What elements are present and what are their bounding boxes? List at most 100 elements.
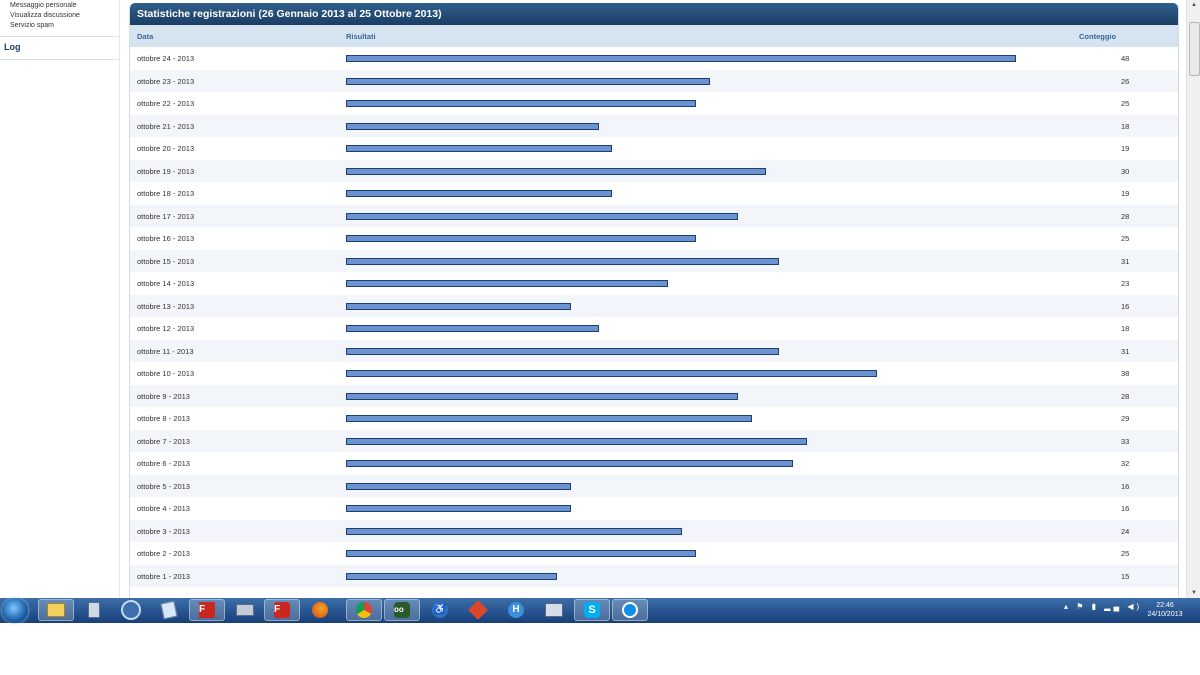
scroll-up-arrow-icon[interactable]: ▲: [1191, 2, 1197, 8]
result-bar: [346, 212, 738, 220]
clock-time: 22:46: [1156, 602, 1174, 609]
table-row: ottobre 3 - 2013 24: [130, 519, 1178, 542]
result-bar: [346, 460, 793, 467]
row-date: ottobre 10 - 2013: [137, 369, 195, 378]
sidebar: Messaggio personale Visualizza discussio…: [0, 0, 120, 598]
result-bar: [346, 482, 571, 490]
row-date: ottobre 5 - 2013: [137, 481, 190, 491]
scrollbar-thumb[interactable]: [1189, 22, 1200, 76]
app-icon[interactable]: [460, 599, 496, 621]
result-bar: [346, 392, 738, 400]
table-row: ottobre 10 - 2013 38: [130, 362, 1178, 385]
row-count: 18: [1121, 324, 1130, 333]
table-body: ottobre 24 - 2013 48 ottobre 23 - 2013 26 ot…: [130, 47, 1178, 587]
result-bar: [346, 415, 752, 422]
row-date: ottobre 3 - 2013: [137, 526, 190, 536]
row-date: ottobre 4 - 2013: [137, 504, 190, 513]
h-icon[interactable]: H: [498, 599, 534, 621]
teamviewer-icon[interactable]: [612, 599, 648, 621]
thunderbird-icon[interactable]: [113, 599, 149, 621]
result-bar: [346, 257, 779, 265]
row-count: 19: [1121, 189, 1130, 198]
sidebar-link-spam-service[interactable]: Servizio spam: [0, 21, 119, 31]
row-date: ottobre 11 - 2013: [137, 346, 194, 356]
row-date: ottobre 14 - 2013: [137, 279, 195, 288]
row-date: ottobre 17 - 2013: [137, 211, 195, 221]
row-date: ottobre 13 - 2013: [137, 301, 195, 311]
table-row: ottobre 22 - 2013 25: [130, 92, 1178, 115]
row-count: 16: [1121, 504, 1130, 513]
result-bar: [346, 437, 807, 445]
row-count: 48: [1121, 54, 1130, 63]
panel-title: Statistiche registrazioni (26 Gennaio 20…: [130, 3, 1178, 25]
result-bar: [346, 550, 696, 557]
show-hidden-icon[interactable]: ▴: [1064, 602, 1071, 611]
row-count: 25: [1121, 234, 1130, 243]
row-date: ottobre 21 - 2013: [137, 121, 195, 131]
table-row: ottobre 8 - 2013 29: [130, 407, 1178, 430]
row-date: ottobre 1 - 2013: [137, 571, 190, 581]
column-header-date: Data: [137, 32, 154, 41]
result-bar: [346, 527, 682, 535]
row-date: ottobre 24 - 2013: [137, 54, 195, 63]
owl-icon[interactable]: oo: [384, 599, 420, 621]
scroll-down-arrow-icon[interactable]: ▼: [1191, 590, 1197, 596]
table-row: ottobre 6 - 2013 32: [130, 452, 1178, 475]
row-count: 18: [1121, 121, 1130, 131]
start-button[interactable]: [2, 598, 28, 623]
sidebar-link-view-thread[interactable]: Visualizza discussione: [0, 11, 119, 21]
row-date: ottobre 7 - 2013: [137, 436, 190, 446]
row-count: 38: [1121, 369, 1130, 378]
row-date: ottobre 2 - 2013: [137, 549, 190, 558]
printer-icon[interactable]: [227, 599, 263, 621]
signal-icon[interactable]: ▂▄: [1104, 602, 1122, 611]
row-date: ottobre 23 - 2013: [137, 76, 195, 86]
result-bar: [346, 280, 668, 287]
row-date: ottobre 20 - 2013: [137, 144, 195, 153]
calculator-icon[interactable]: [76, 599, 112, 621]
result-bar: [346, 302, 571, 310]
table-row: ottobre 5 - 2013 16: [130, 474, 1178, 497]
table-row: ottobre 16 - 2013 25: [130, 227, 1178, 250]
filezilla-red-icon[interactable]: F: [264, 599, 300, 621]
flag-icon[interactable]: ⚑: [1076, 602, 1086, 611]
accessibility-icon[interactable]: ♿: [422, 599, 458, 621]
table-row: ottobre 12 - 2013 18: [130, 317, 1178, 340]
table-row: ottobre 15 - 2013 31: [130, 249, 1178, 272]
table-row: ottobre 11 - 2013 31: [130, 339, 1178, 362]
table-row: ottobre 23 - 2013 26: [130, 69, 1178, 92]
row-date: ottobre 15 - 2013: [137, 256, 195, 266]
table-row: ottobre 17 - 2013 28: [130, 204, 1178, 227]
row-date: ottobre 8 - 2013: [137, 414, 190, 423]
network-icon[interactable]: [536, 599, 572, 621]
browser-viewport: Messaggio personale Visualizza discussio…: [0, 0, 1186, 598]
skype-icon[interactable]: S: [574, 599, 610, 621]
result-bar: [346, 122, 599, 130]
sidebar-section-log[interactable]: Log: [0, 37, 119, 60]
firefox-icon[interactable]: [302, 599, 338, 621]
sidebar-link-private-message[interactable]: Messaggio personale: [0, 1, 119, 11]
row-count: 32: [1121, 459, 1130, 468]
row-count: 28: [1121, 391, 1130, 401]
table-row: ottobre 9 - 2013 28: [130, 384, 1178, 407]
table-row: ottobre 19 - 2013 30: [130, 159, 1178, 182]
result-bar: [346, 100, 696, 107]
chrome-icon[interactable]: [346, 599, 382, 621]
clock[interactable]: 22:46 24/10/2013: [1140, 601, 1190, 619]
row-date: ottobre 18 - 2013: [137, 189, 195, 198]
row-count: 19: [1121, 144, 1130, 153]
table-row: ottobre 18 - 2013 19: [130, 182, 1178, 205]
row-count: 30: [1121, 166, 1130, 176]
row-count: 16: [1121, 481, 1130, 491]
result-bar: [346, 572, 557, 580]
table-header: Data Risultati Conteggio: [130, 25, 1178, 47]
row-date: ottobre 6 - 2013: [137, 459, 190, 468]
notepad-icon[interactable]: [151, 599, 187, 621]
row-count: 33: [1121, 436, 1130, 446]
result-bar: [346, 190, 612, 197]
file-explorer-icon[interactable]: [38, 599, 74, 621]
vertical-scrollbar[interactable]: ▲ ▼: [1186, 0, 1200, 598]
battery-icon[interactable]: ▮: [1092, 602, 1099, 611]
filezilla-icon[interactable]: F: [189, 599, 225, 621]
row-count: 26: [1121, 76, 1130, 86]
